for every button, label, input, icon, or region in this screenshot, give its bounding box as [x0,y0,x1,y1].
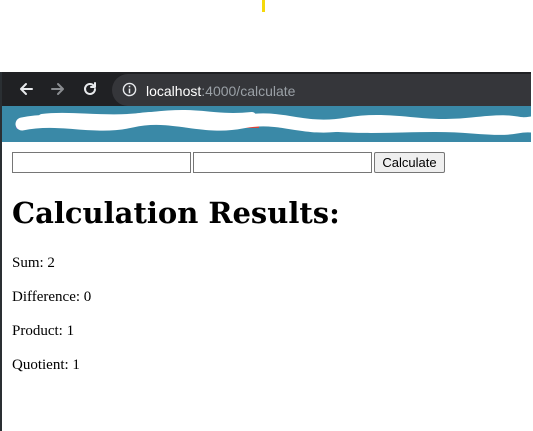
back-icon[interactable] [15,78,37,100]
browser-toolbar: localhost:4000/calculate [2,72,531,106]
address-bar[interactable]: localhost:4000/calculate [112,74,531,106]
bookmarks-bar [2,106,531,142]
url-text: localhost:4000/calculate [146,83,295,99]
reload-icon[interactable] [79,78,101,100]
result-difference: Difference: 0 [12,289,92,305]
calculate-button[interactable]: Calculate [374,152,445,173]
url-host: localhost [146,83,202,99]
redaction-scribble [15,110,531,135]
info-icon[interactable] [122,82,137,101]
browser-window: localhost:4000/calculate Calculate Calcu… [2,72,533,431]
second-number-input[interactable] [193,152,372,173]
yellow-artifact [262,0,265,12]
url-path: :4000/calculate [201,83,296,99]
forward-icon[interactable] [47,78,69,100]
result-quotient: Quotient: 1 [12,357,80,373]
results-heading: Calculation Results: [12,196,340,230]
result-sum: Sum: 2 [12,255,55,271]
result-product: Product: 1 [12,323,75,339]
first-number-input[interactable] [12,152,191,173]
